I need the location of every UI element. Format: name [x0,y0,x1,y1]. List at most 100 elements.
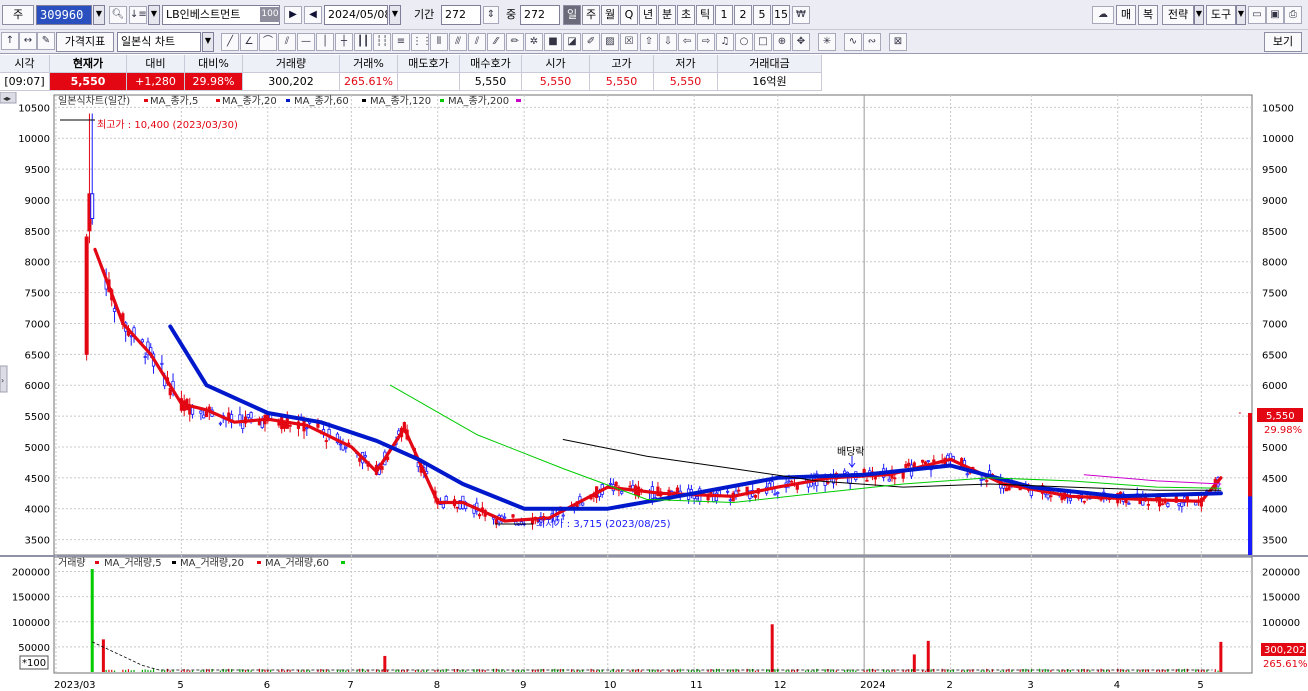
tools-button[interactable]: 도구 [1206,5,1236,25]
text-edit-icon[interactable]: ✐ [582,33,600,51]
color-palette-icon[interactable]: ■ [544,33,562,51]
volume-spike-bar [101,639,105,672]
candle-body [494,519,498,524]
candle-body [965,473,969,476]
timeframe-week[interactable]: 주 [582,5,600,25]
folder-icon[interactable]: ▭ [1248,6,1266,24]
left-arrow-icon[interactable]: ⇦ [678,33,696,51]
vertical-line-icon[interactable]: │ [316,33,334,51]
edit-icon[interactable]: ✎ [37,32,55,50]
candle-body [695,496,699,500]
value-open: 5,550 [522,73,590,91]
candle-body [1046,494,1050,499]
price-indicator-button[interactable]: 가격지표 [56,32,114,52]
next-arrow-icon[interactable]: ▶ [284,6,302,24]
search-icon[interactable]: 🔍︎ [109,6,127,24]
chart-area[interactable]: ◂▸ › 3500 3500 4000 4000 4500 4500 5000 5000 550… [0,91,1308,691]
magic-icon[interactable]: ✲ [525,33,543,51]
crosshair-icon[interactable]: ✳ [818,33,836,51]
candle-body [737,489,741,492]
angle-line-icon[interactable]: ∠ [240,33,258,51]
image-icon[interactable]: ▨ [601,33,619,51]
arrow-up-icon[interactable]: ↑ [1,32,19,50]
parallel-line-icon[interactable]: ⫻ [449,33,467,51]
candle-body [1082,500,1086,503]
calendar-dropdown-icon[interactable]: ▼ [389,5,401,25]
candle-body [1127,502,1131,505]
timeframe-tick[interactable]: 틱 [696,5,714,25]
expand-arrow-icon[interactable]: › [1,376,4,385]
buy-sell-button[interactable]: 매 [1116,5,1136,25]
currency-icon[interactable]: ₩ [792,6,810,24]
regression-icon[interactable]: ⁄⁄ [487,33,505,51]
chevron-down-icon[interactable]: ▼ [93,5,105,25]
strategy-button[interactable]: 전략 [1162,5,1194,25]
stock-code-input[interactable]: 309960 [36,5,92,25]
circle-icon[interactable]: ○ [735,33,753,51]
down-arrow-icon[interactable]: ⇩ [659,33,677,51]
period-lines-icon[interactable]: ┃┃ [354,33,372,51]
arc-icon[interactable]: ⌒ [259,33,277,51]
delete-icon[interactable]: ☒ [620,33,638,51]
timeframe-minute[interactable]: 분 [658,5,676,25]
gann-lines-icon[interactable]: ⫴ [430,33,448,51]
wave-pattern-icon[interactable]: ∾ [863,33,881,51]
double-arrow-icon[interactable]: ◂▸ [3,94,11,103]
x-tick-label: 7 [347,680,353,691]
cloud-icon[interactable]: ☁ [1092,6,1114,24]
y-tick-label-right: 8500 [1262,227,1287,238]
period-input[interactable]: 272 [441,5,481,25]
candle-body [241,422,245,429]
sort-icon[interactable]: ↓≡ [129,6,147,24]
chevron-down-icon[interactable]: ▼ [1194,5,1204,25]
right-arrow-icon[interactable]: ⇨ [697,33,715,51]
timeframe-15[interactable]: 15 [772,5,790,25]
timeframe-month[interactable]: 월 [601,5,619,25]
legend-vma5-swatch [95,561,99,564]
volume-spike-bar [926,640,930,672]
fan-line-icon[interactable]: ⫽ [278,33,296,51]
prev-arrow-icon[interactable]: ◀ [304,6,322,24]
timeframe-second[interactable]: 초 [677,5,695,25]
save-icon[interactable]: ▣ [1266,6,1284,24]
rectangle-icon[interactable]: □ [754,33,772,51]
market-selector[interactable]: 주 [2,5,34,25]
eraser-icon[interactable]: ◪ [563,33,581,51]
wave-icon[interactable]: ∿ [844,33,862,51]
print-icon[interactable]: ⎙ [1284,6,1302,24]
grid-lines-icon[interactable]: ⋮⋮ [411,33,429,51]
stock-chart[interactable]: ◂▸ › 3500 35004000 40004500 45005000 5000550… [0,91,1308,691]
view-button[interactable]: 보기 [1264,32,1302,52]
fibonacci-time-icon[interactable]: ┆┆ [373,33,391,51]
timeframe-year[interactable]: 년 [639,5,657,25]
close-box-icon[interactable]: ⊠ [889,33,907,51]
fibonacci-retrace-icon[interactable]: ≡ [392,33,410,51]
pencil-icon[interactable]: ✏ [506,33,524,51]
chevron-down-icon[interactable]: ▼ [202,32,214,52]
timeframe-quarter[interactable]: Q [620,5,638,25]
channel-icon[interactable]: ⫽ [468,33,486,51]
up-arrow-icon[interactable]: ⇧ [640,33,658,51]
horizontal-line-icon[interactable]: — [297,33,315,51]
cross-line-icon[interactable]: ┼ [335,33,353,51]
zoom-icon[interactable]: ⊕ [773,33,791,51]
chart-type-select[interactable]: 일본식 차트 [117,32,201,52]
x-tick-label: 4 [1114,680,1120,691]
arrows-horizontal-icon[interactable]: ↔ [19,32,37,50]
timeframe-5[interactable]: 5 [753,5,771,25]
pan-icon[interactable]: ✥ [792,33,810,51]
candle-body [444,496,448,502]
speech-icon[interactable]: ♫ [716,33,734,51]
trendline-icon[interactable]: ╱ [221,33,239,51]
timeframe-day[interactable]: 일 [563,5,581,25]
y-tick-label-left: 4500 [25,474,50,485]
count-input[interactable]: 272 [520,5,560,25]
timeframe-2[interactable]: 2 [734,5,752,25]
chevron-down-icon[interactable]: ▼ [1236,5,1246,25]
timeframe-1[interactable]: 1 [715,5,733,25]
restore-button[interactable]: 복 [1138,5,1158,25]
chevron-down-icon[interactable]: ▼ [148,5,160,25]
date-input[interactable]: 2024/05/08 [324,5,388,25]
candle-body [277,422,281,426]
spinner-icon[interactable]: ⇕ [483,6,499,24]
